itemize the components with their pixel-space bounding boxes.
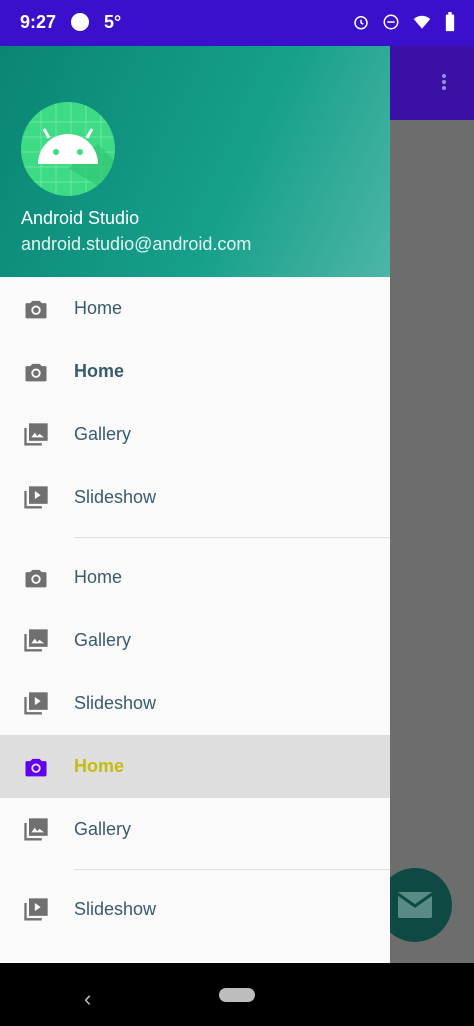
menu-item-slideshow[interactable]: Slideshow (0, 878, 390, 941)
menu-item-label: Gallery (74, 424, 132, 444)
menu-item-label: Home (74, 567, 123, 587)
menu-item-home[interactable]: Home (0, 277, 390, 340)
menu-item-label: Slideshow (74, 693, 157, 713)
navigation-drawer: Android Studio android.studio@android.co… (0, 46, 390, 963)
do-not-disturb-icon (383, 14, 399, 30)
camera-icon (25, 300, 47, 319)
slideshow-icon (24, 692, 48, 715)
menu-item-gallery[interactable]: Gallery (0, 609, 390, 672)
drawer-menu: Home Home Gallery Slideshow Home Gallery… (0, 277, 390, 941)
gallery-icon (24, 818, 48, 841)
menu-item-label: Slideshow (74, 487, 157, 507)
camera-icon (25, 569, 47, 588)
wifi-icon (413, 15, 431, 29)
menu-item-label: Gallery (74, 819, 132, 839)
drawer-header: Android Studio android.studio@android.co… (0, 46, 390, 277)
menu-item-label: Home (74, 756, 125, 776)
camera-icon (25, 758, 47, 777)
menu-divider (74, 537, 390, 538)
menu-item-slideshow[interactable]: Slideshow (0, 466, 390, 529)
menu-item-slideshow[interactable]: Slideshow (0, 672, 390, 735)
notification-icon (71, 13, 89, 31)
battery-icon (445, 12, 455, 32)
menu-divider (74, 869, 390, 870)
status-temperature: 5° (104, 12, 122, 32)
status-icons (352, 12, 456, 32)
menu-item-label: Slideshow (74, 899, 157, 919)
status-bar: 9:27 5° (0, 0, 474, 46)
menu-item-label: Home (74, 298, 123, 318)
account-email: android.studio@android.com (21, 234, 252, 254)
app-bar (390, 46, 474, 120)
home-pill-button[interactable] (219, 988, 255, 1002)
menu-item-home[interactable]: Home (0, 340, 390, 403)
menu-item-gallery[interactable]: Gallery (0, 403, 390, 466)
mail-icon (398, 892, 432, 918)
slideshow-icon (24, 486, 48, 509)
camera-icon (25, 363, 47, 382)
menu-item-gallery[interactable]: Gallery (0, 798, 390, 861)
account-name: Android Studio (21, 208, 140, 228)
alarm-icon (354, 16, 368, 30)
back-icon[interactable]: ‹ (84, 986, 91, 1012)
menu-item-label: Home (74, 361, 125, 381)
menu-item-home-selected[interactable]: Home (0, 735, 390, 798)
status-time: 9:27 (20, 12, 57, 32)
menu-item-label: Gallery (74, 630, 132, 650)
gallery-icon (24, 629, 48, 652)
drawer-scrim[interactable] (390, 120, 474, 963)
android-avatar-icon (21, 102, 115, 196)
overflow-menu-icon[interactable] (440, 72, 448, 96)
slideshow-icon (24, 898, 48, 921)
gallery-icon (24, 423, 48, 446)
menu-item-home[interactable]: Home (0, 546, 390, 609)
